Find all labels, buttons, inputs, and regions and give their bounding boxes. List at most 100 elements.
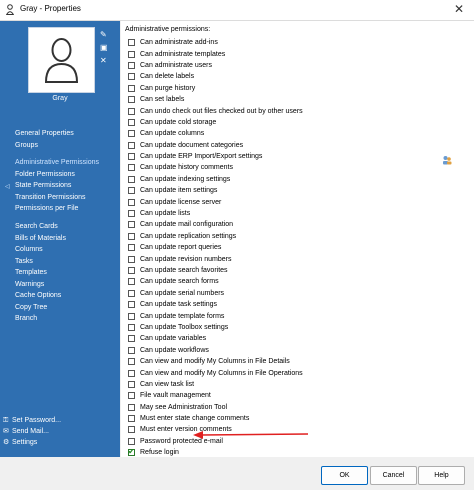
permission-row[interactable]: Can update columns (128, 128, 378, 139)
permission-checkbox[interactable] (128, 312, 135, 320)
permission-checkbox[interactable] (128, 278, 135, 286)
nav-item-cache-options[interactable]: Cache Options (15, 290, 66, 302)
permission-checkbox[interactable] (128, 221, 135, 229)
permission-row[interactable]: Can update search favorites (128, 265, 378, 276)
permission-row[interactable]: Can update task settings (128, 299, 378, 310)
permission-row[interactable]: Can view and modify My Columns in File D… (128, 356, 378, 367)
close-button[interactable]: ✕ (454, 2, 464, 16)
nav-item-branch[interactable]: Branch (15, 313, 66, 325)
permission-checkbox[interactable] (128, 403, 135, 411)
permission-row[interactable]: Can view and modify My Columns in File O… (128, 367, 378, 378)
permission-checkbox[interactable] (128, 198, 135, 206)
permission-checkbox[interactable] (128, 96, 135, 104)
permission-checkbox[interactable] (128, 50, 135, 58)
permission-row[interactable]: Can undo check out files checked out by … (128, 105, 378, 116)
nav-item-administrative-permissions[interactable]: Administrative Permissions (15, 157, 99, 169)
permission-row[interactable]: Must enter version comments (128, 424, 378, 435)
permission-checkbox[interactable] (128, 130, 135, 138)
permission-checkbox[interactable] (128, 289, 135, 297)
nav-item-templates[interactable]: Templates (15, 267, 66, 279)
remove-picture-icon[interactable]: ✕ (100, 57, 108, 65)
permission-checkbox[interactable] (128, 210, 135, 218)
permission-row[interactable]: Can update document categories (128, 140, 378, 151)
permission-row[interactable]: Can update revision numbers (128, 253, 378, 264)
permission-checkbox[interactable] (128, 380, 135, 388)
permission-row[interactable]: Must enter state change comments (128, 413, 378, 424)
permission-checkbox[interactable] (128, 164, 135, 172)
permission-checkbox[interactable] (128, 415, 135, 423)
permission-row[interactable]: Can update history comments (128, 162, 378, 173)
permission-checkbox[interactable] (128, 323, 135, 331)
add-picture-icon[interactable]: ▣ (100, 44, 108, 52)
permission-checkbox[interactable] (128, 335, 135, 343)
permission-checkbox[interactable] (128, 426, 135, 434)
nav-item-bills-of-materials[interactable]: Bills of Materials (15, 233, 66, 245)
permission-row[interactable]: Can administrate add-ins (128, 37, 378, 48)
permission-row[interactable]: Can update Toolbox settings (128, 322, 378, 333)
permission-row[interactable]: Can update ERP Import/Export settings (128, 151, 378, 162)
nav-item-permissions-per-file[interactable]: Permissions per File (15, 203, 99, 215)
permission-row[interactable]: Can update serial numbers (128, 288, 378, 299)
nav-item-columns[interactable]: Columns (15, 244, 66, 256)
permission-row[interactable]: Can update license server (128, 196, 378, 207)
permission-row[interactable]: Can update variables (128, 333, 378, 344)
nav-item-copy-tree[interactable]: Copy Tree (15, 302, 66, 314)
permission-checkbox[interactable] (128, 153, 135, 161)
nav-item-tasks[interactable]: Tasks (15, 256, 66, 268)
permission-checkbox[interactable] (128, 447, 135, 457)
permission-row[interactable]: Can update cold storage (128, 117, 378, 128)
permission-checkbox[interactable] (128, 267, 135, 274)
permission-row[interactable]: May see Administration Tool (128, 402, 378, 413)
nav-item-groups[interactable]: Groups (15, 140, 74, 152)
permission-row[interactable]: Can administrate templates (128, 48, 378, 59)
permission-checkbox[interactable] (128, 39, 135, 47)
set-password-link[interactable]: ⚿ Set Password... (3, 415, 61, 426)
permission-row[interactable]: Can administrate users (128, 60, 378, 71)
permission-row[interactable]: Can purge history (128, 83, 378, 94)
permission-checkbox[interactable] (128, 118, 135, 126)
nav-item-state-permissions[interactable]: State Permissions (15, 180, 99, 192)
settings-link[interactable]: ⚙ Settings (3, 437, 61, 448)
nav-item-warnings[interactable]: Warnings (15, 279, 66, 291)
permission-row[interactable]: Can update item settings (128, 185, 378, 196)
cancel-button[interactable]: Cancel (370, 466, 417, 485)
permission-checkbox[interactable] (128, 255, 135, 263)
permission-row[interactable]: Can update report queries (128, 242, 378, 253)
permission-checkbox[interactable] (128, 175, 135, 183)
permission-checkbox[interactable] (128, 107, 135, 115)
permission-row[interactable]: Can update indexing settings (128, 174, 378, 185)
permission-checkbox[interactable] (128, 84, 135, 92)
permission-row[interactable]: Can update search forms (128, 276, 378, 287)
permission-checkbox[interactable] (128, 301, 135, 309)
permission-checkbox[interactable] (128, 369, 135, 377)
send-mail-link[interactable]: ✉ Send Mail... (3, 426, 61, 437)
permission-row[interactable]: Can update replication settings (128, 231, 378, 242)
permission-row[interactable]: Can update mail configuration (128, 219, 378, 230)
permission-row[interactable]: Can set labels (128, 94, 378, 105)
nav-item-transition-permissions[interactable]: Transition Permissions (15, 192, 99, 204)
edit-picture-icon[interactable]: ✎ (100, 31, 108, 39)
permission-checkbox[interactable] (128, 232, 135, 240)
permission-checkbox[interactable] (128, 73, 135, 81)
permission-row[interactable]: File vault management (128, 390, 378, 401)
permission-checkbox[interactable] (128, 61, 135, 69)
permission-checkbox[interactable] (128, 346, 135, 354)
permission-checkbox[interactable] (128, 141, 135, 149)
permission-checkbox[interactable] (128, 437, 135, 445)
nav-item-search-cards[interactable]: Search Cards (15, 221, 66, 233)
permission-checkbox[interactable] (128, 187, 135, 195)
nav-item-folder-permissions[interactable]: Folder Permissions (15, 169, 99, 181)
permission-checkbox[interactable] (128, 244, 135, 252)
permission-row[interactable]: Can update template forms (128, 310, 378, 321)
permission-row[interactable]: Can view task list (128, 379, 378, 390)
permission-checkbox[interactable] (128, 358, 135, 366)
permission-row[interactable]: Can update workflows (128, 345, 378, 356)
users-icon[interactable] (442, 155, 452, 165)
permission-row[interactable]: Can delete labels (128, 71, 378, 82)
permission-checkbox[interactable] (128, 392, 135, 400)
ok-button[interactable]: OK (321, 466, 368, 485)
help-button[interactable]: Help (418, 466, 465, 485)
nav-item-general-properties[interactable]: General Properties (15, 128, 74, 140)
permission-row[interactable]: Can update lists (128, 208, 378, 219)
permission-row[interactable]: Password protected e-mail (128, 436, 378, 447)
